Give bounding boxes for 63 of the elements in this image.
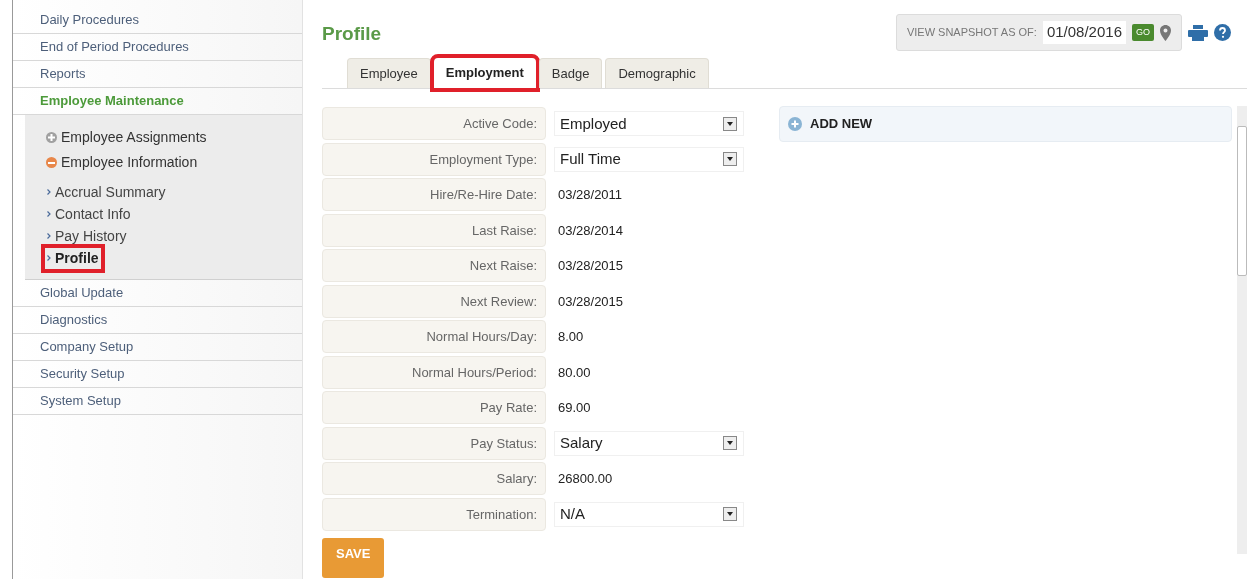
sidebar-item[interactable]: Security Setup <box>13 361 302 388</box>
dropdown[interactable]: Full Time <box>554 146 744 172</box>
field-value: 03/28/2014 <box>558 221 624 240</box>
add-new-bar[interactable]: ADD NEW <box>779 106 1232 142</box>
plus-icon <box>788 117 802 131</box>
chevron-icon <box>47 255 51 261</box>
field-label: Hire/Re-Hire Date: <box>322 178 546 212</box>
sidebar-group[interactable]: Employee Information <box>25 150 302 175</box>
field-label: Employment Type: <box>322 142 546 176</box>
field-label: Normal Hours/Period: <box>322 355 546 389</box>
sidebar-item[interactable]: Daily Procedures <box>13 7 302 34</box>
chevron-icon <box>47 189 51 195</box>
dropdown[interactable]: Employed <box>554 111 744 137</box>
subitem-label: Contact Info <box>55 204 131 224</box>
sidebar-item[interactable]: Company Setup <box>13 334 302 361</box>
field-label: Active Code: <box>322 107 546 141</box>
sidebar-subitem[interactable]: Contact Info <box>45 203 133 225</box>
field-label: Salary: <box>322 462 546 496</box>
page-title: Profile <box>322 22 382 46</box>
field-label: Pay Status: <box>322 426 546 460</box>
field-value: 03/28/2015 <box>558 257 624 275</box>
expand-icon[interactable] <box>46 132 57 143</box>
snapshot-label: VIEW SNAPSHOT AS OF: <box>906 25 1037 41</box>
group-label: Employee Information <box>61 153 198 172</box>
tab[interactable]: Employee <box>347 58 431 88</box>
sidebar-item[interactable]: Diagnostics <box>13 307 302 334</box>
field-value: 8.00 <box>558 328 584 346</box>
chevron-icon <box>47 233 51 239</box>
go-button[interactable]: GO <box>1132 23 1154 42</box>
subitem-label: Accrual Summary <box>55 182 166 202</box>
dropdown[interactable]: N/A <box>554 501 744 527</box>
field-label: Next Raise: <box>322 249 546 283</box>
sidebar-item[interactable]: Reports <box>13 61 302 88</box>
date-field[interactable]: 01/08/2016 <box>1042 21 1126 44</box>
group-label: Employee Assignments <box>61 128 207 147</box>
help-icon[interactable] <box>1214 24 1231 41</box>
field-value: 80.00 <box>558 363 591 382</box>
field-label: Last Raise: <box>322 213 546 247</box>
sidebar-item[interactable]: End of Period Procedures <box>13 34 302 61</box>
sidebar-subitem[interactable]: Pay History <box>45 225 129 247</box>
print-icon[interactable] <box>1188 24 1208 41</box>
sidebar-item[interactable]: System Setup <box>13 388 302 415</box>
subitem-label: Pay History <box>55 226 127 246</box>
field-value: 03/28/2015 <box>558 292 624 311</box>
tab[interactable]: Demographic <box>605 58 709 88</box>
sidebar-subitem[interactable]: Accrual Summary <box>45 181 168 203</box>
chevron-icon <box>47 211 51 217</box>
field-value: 26800.00 <box>558 470 613 488</box>
add-new-label: ADD NEW <box>810 115 873 134</box>
map-pin-icon[interactable] <box>1160 24 1171 41</box>
dropdown[interactable]: Salary <box>554 430 744 456</box>
sidebar-subitem[interactable]: Profile <box>45 247 101 269</box>
tab[interactable]: Badge <box>538 58 603 88</box>
collapse-icon[interactable] <box>46 157 57 168</box>
sidebar-group[interactable]: Employee Assignments <box>25 125 302 150</box>
field-value: 03/28/2011 <box>558 186 623 204</box>
subitem-label: Profile <box>55 248 99 268</box>
sidebar-item[interactable]: Global Update <box>13 280 302 307</box>
field-label: Termination: <box>322 497 546 531</box>
field-value: 69.00 <box>558 399 591 417</box>
field-label: Pay Rate: <box>322 391 546 425</box>
field-label: Next Review: <box>322 284 546 318</box>
field-label: Normal Hours/Day: <box>322 320 546 354</box>
